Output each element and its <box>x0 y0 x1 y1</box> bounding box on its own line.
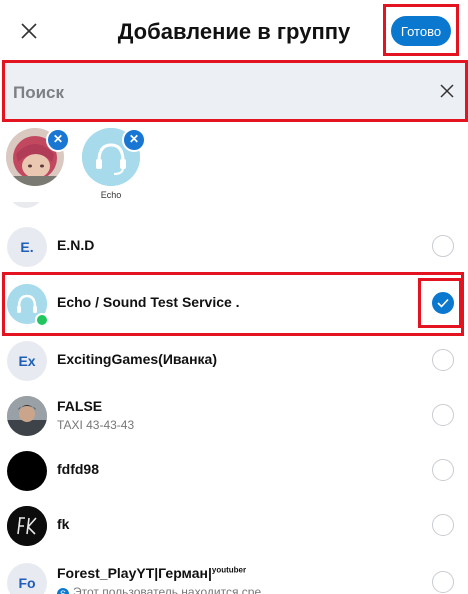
select-radio[interactable] <box>432 235 454 257</box>
search-bar <box>2 60 468 122</box>
clear-search-icon[interactable] <box>439 83 455 99</box>
select-radio[interactable] <box>432 571 454 593</box>
list-item[interactable]: FALSE TAXI 43-43-43 <box>0 387 468 445</box>
contact-name-text: Forest_PlayYT|Герман| <box>57 565 212 581</box>
contact-name: fk <box>57 516 70 532</box>
avatar: E. <box>7 227 47 267</box>
avatar <box>7 396 47 436</box>
checkmark-icon <box>437 298 449 308</box>
contact-status: TAXI 43-43-43 <box>57 418 135 432</box>
list-item[interactable]: Echo / Sound Test Service . <box>0 275 468 333</box>
contact-list[interactable]: E. E.N.D Echo / Sound Test Service . Ex … <box>0 202 468 594</box>
contact-name: Echo / Sound Test Service . <box>57 294 240 310</box>
selected-contacts: ✕ ✕ Echo <box>0 122 468 202</box>
list-item[interactable]: fdfd98 <box>0 442 468 500</box>
contact-status: S Этот пользователь находится сре <box>57 585 261 594</box>
avatar: Fo <box>7 563 47 594</box>
header: Добавление в группу Готово <box>0 0 468 62</box>
select-radio[interactable] <box>432 514 454 536</box>
select-radio[interactable] <box>432 349 454 371</box>
done-button[interactable]: Готово <box>391 16 451 46</box>
contact-name: fdfd98 <box>57 461 99 477</box>
contact-name: ExcitingGames(Иванка) <box>57 351 217 367</box>
list-item[interactable]: Ex ExcitingGames(Иванка) <box>0 332 468 390</box>
contact-name: E.N.D <box>57 237 95 253</box>
contact-name: FALSE <box>57 398 103 414</box>
list-item[interactable]: E. E.N.D <box>0 218 468 276</box>
remove-selected-button[interactable]: ✕ <box>46 128 70 152</box>
select-radio-checked[interactable] <box>432 292 454 314</box>
list-item[interactable]: Fo Forest_PlayYT|Герман|youtuber S Этот п… <box>0 554 468 594</box>
selected-contact[interactable]: ✕ Echo <box>80 128 146 200</box>
done-highlight: Готово <box>383 4 459 56</box>
selected-contact-label: Echo <box>100 190 122 200</box>
remove-selected-button[interactable]: ✕ <box>122 128 146 152</box>
select-radio[interactable] <box>432 459 454 481</box>
fk-logo-avatar <box>7 506 47 546</box>
list-item[interactable]: fk <box>0 497 468 555</box>
avatar <box>8 202 44 208</box>
contact-status-text: Этот пользователь находится сре <box>73 585 262 594</box>
online-status-dot <box>35 313 49 327</box>
avatar <box>7 451 47 491</box>
contact-name-sup: youtuber <box>211 565 247 575</box>
select-radio[interactable] <box>432 404 454 426</box>
selected-contact[interactable]: ✕ <box>4 128 70 198</box>
search-input[interactable] <box>11 75 425 111</box>
avatar: Ex <box>7 341 47 381</box>
skype-icon: S <box>57 588 69 594</box>
contact-name: Forest_PlayYT|Герман|youtuber <box>57 565 246 581</box>
